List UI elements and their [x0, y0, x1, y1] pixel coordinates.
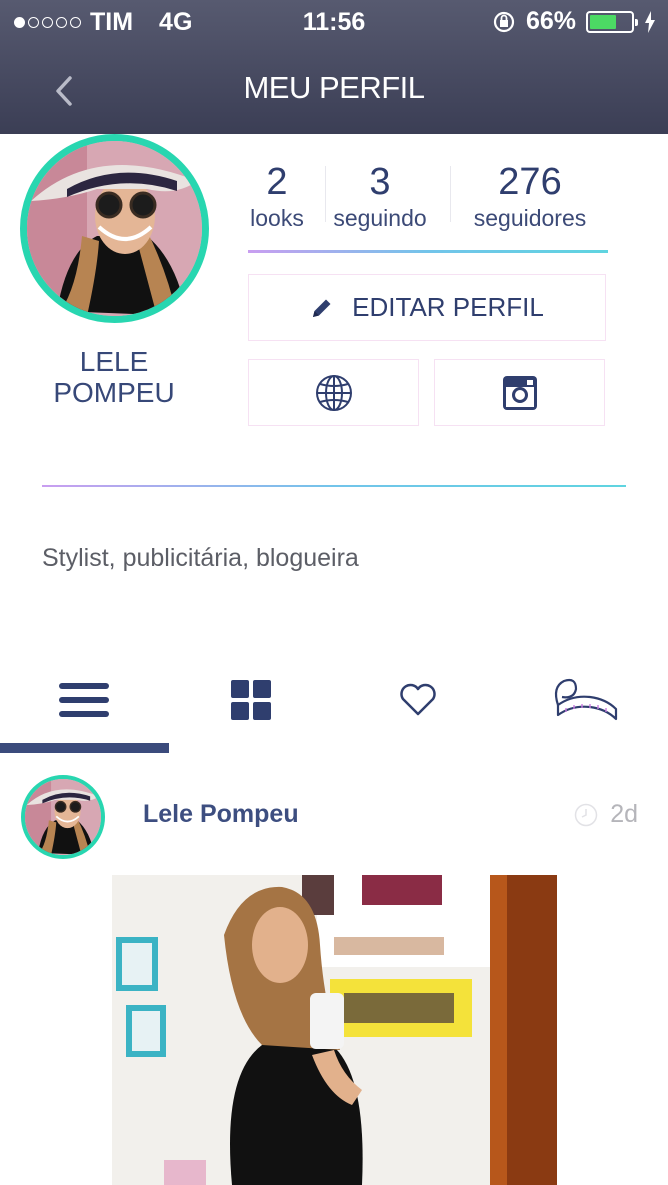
list-icon — [58, 683, 109, 717]
post-author-name[interactable]: Lele Pompeu — [143, 800, 299, 829]
post-age: 2d — [610, 800, 638, 828]
profile-last-name: POMPEU — [53, 377, 175, 408]
stat-value: 276 — [498, 161, 562, 203]
stats-divider — [248, 250, 608, 253]
profile-bio: Stylist, publicitária, blogueira — [42, 544, 359, 572]
tab-grid-view[interactable] — [167, 650, 334, 750]
bio-divider — [42, 485, 626, 487]
edit-profile-button[interactable]: EDITAR PERFIL — [248, 274, 606, 341]
profile-first-name: LELE — [79, 346, 149, 377]
stat-following[interactable]: 3 seguindo — [308, 160, 452, 240]
post-photo — [112, 875, 557, 1185]
stat-label: seguidores — [473, 205, 587, 231]
stat-divider — [325, 166, 326, 222]
status-bar: TIM 4G 11:56 66% — [0, 0, 668, 44]
navigation-header: TIM 4G 11:56 66% MEU PERFIL — [0, 0, 668, 134]
stat-value: 3 — [369, 161, 391, 203]
stat-label: seguindo — [333, 205, 427, 231]
avatar-photo — [27, 141, 202, 316]
pencil-icon — [313, 299, 331, 317]
avatar-photo — [25, 779, 101, 855]
stat-followers[interactable]: 276 seguidores — [450, 160, 608, 240]
profile-stats: 2 looks 3 seguindo 276 seguidores — [246, 160, 608, 240]
clock-icon — [574, 803, 598, 826]
stat-divider — [450, 166, 451, 222]
page-title: MEU PERFIL — [243, 70, 425, 105]
instagram-button[interactable] — [434, 359, 605, 426]
active-tab-indicator — [0, 743, 169, 753]
post-author-avatar[interactable] — [21, 775, 105, 859]
orientation-lock-icon — [493, 11, 515, 32]
tab-measurements[interactable] — [501, 650, 668, 750]
website-button[interactable] — [248, 359, 419, 426]
profile-name: LELE POMPEU — [14, 346, 214, 408]
profile-avatar[interactable] — [20, 134, 209, 323]
edit-profile-label: EDITAR PERFIL — [352, 292, 544, 322]
heart-icon — [399, 683, 436, 716]
battery-icon — [586, 10, 638, 33]
tab-favorites[interactable] — [334, 650, 501, 750]
stat-looks[interactable]: 2 looks — [246, 160, 308, 240]
globe-icon — [315, 374, 352, 411]
tab-list-view[interactable] — [0, 650, 167, 750]
battery-percentage: 66% — [525, 7, 576, 35]
grid-icon — [230, 680, 271, 720]
post-image[interactable] — [112, 875, 557, 1185]
profile-tab-bar — [0, 650, 668, 754]
instagram-icon — [502, 375, 537, 410]
stat-value: 2 — [266, 161, 288, 203]
charging-bolt-icon — [645, 10, 655, 33]
post-timestamp: 2d — [574, 800, 638, 829]
stat-label: looks — [250, 205, 304, 231]
measuring-tape-icon — [554, 678, 617, 721]
